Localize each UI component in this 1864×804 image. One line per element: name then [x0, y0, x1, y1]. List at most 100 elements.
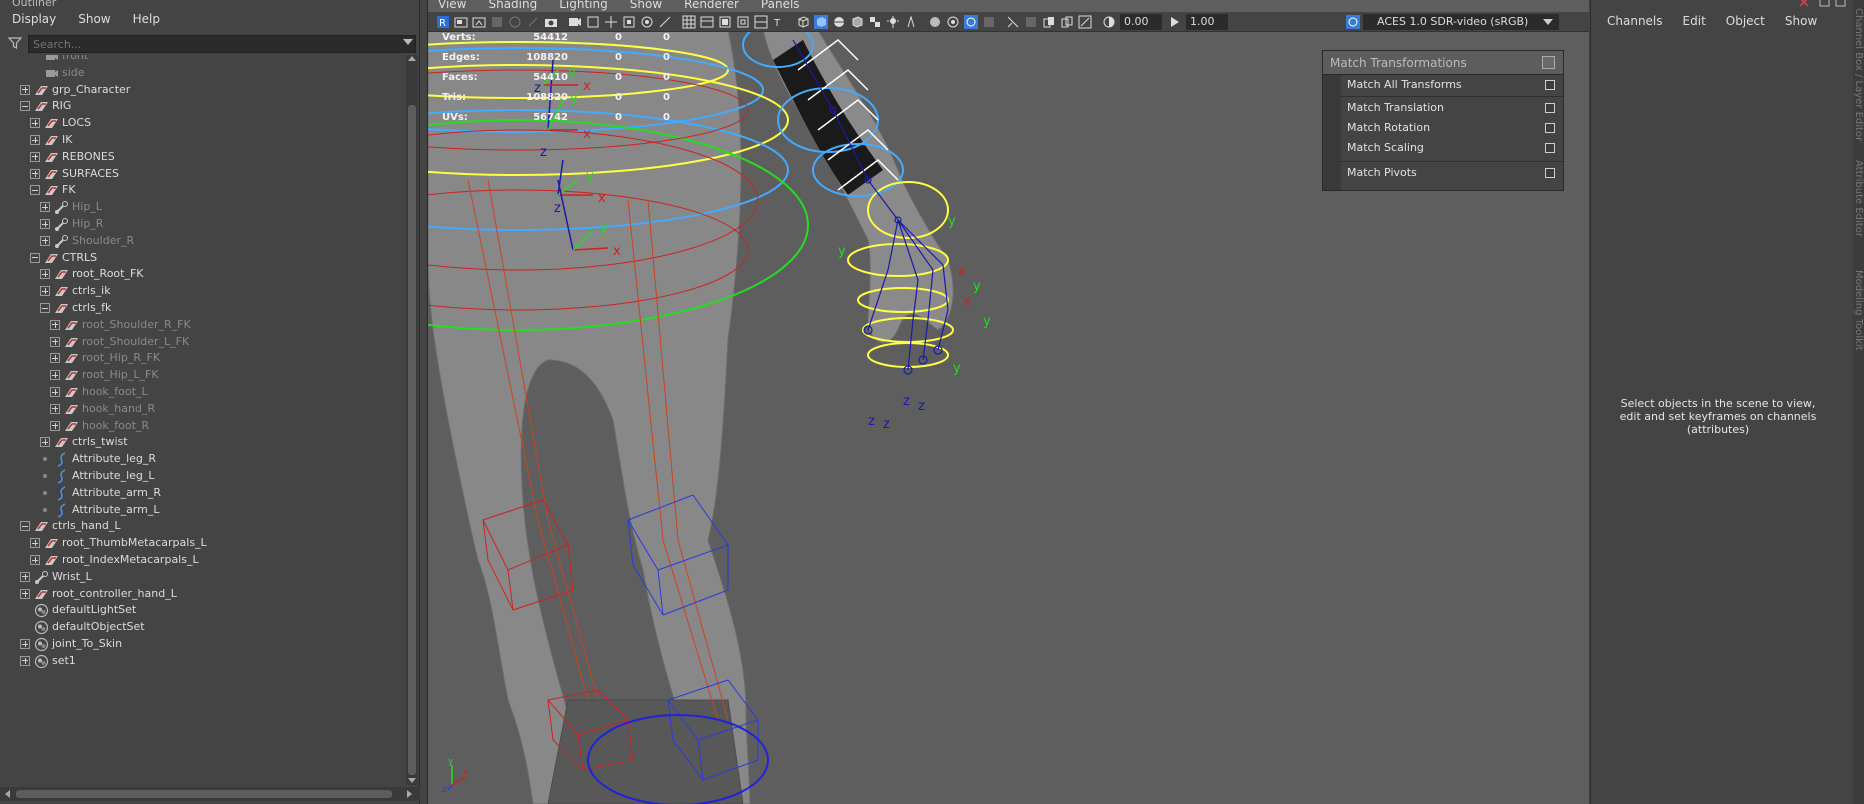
expand-icon[interactable] [50, 353, 60, 364]
grid-icon[interactable] [682, 15, 696, 29]
ambient-occlusion-icon[interactable] [928, 15, 942, 29]
outliner-vertical-scrollbar[interactable] [406, 55, 418, 785]
expand-icon[interactable] [50, 420, 60, 431]
outliner-item[interactable]: set1 [0, 651, 404, 671]
outliner-horizontal-scrollbar[interactable] [0, 787, 420, 801]
isolate-select-icon[interactable] [1006, 15, 1020, 29]
menu-show[interactable]: Show [78, 12, 110, 26]
expand-icon[interactable] [50, 403, 60, 414]
gamma-field[interactable]: 1.00 [1186, 14, 1228, 30]
expand-icon[interactable] [30, 151, 40, 162]
menu-panels[interactable]: Panels [761, 0, 800, 11]
expand-icon[interactable] [40, 269, 50, 280]
option-box-icon[interactable] [1545, 80, 1555, 90]
shaded-cube-icon[interactable] [814, 15, 828, 29]
collapse-icon[interactable] [40, 303, 50, 313]
shadows-icon[interactable] [904, 15, 918, 29]
expand-icon[interactable] [40, 286, 50, 297]
option-box-icon[interactable] [1545, 168, 1555, 178]
expand-icon[interactable] [50, 370, 60, 381]
image-plane-icon[interactable] [490, 15, 504, 29]
viewport-panel[interactable]: x x x x y y y y z z z y y y y y x x z z … [427, 0, 1589, 804]
collapse-icon[interactable] [20, 521, 30, 532]
gate-mask-icon[interactable] [604, 15, 618, 29]
camera-snapshot-icon[interactable] [544, 15, 558, 29]
outliner-tree[interactable]: front side grp_Character RIG LOCS IK REBONES SU… [0, 55, 404, 785]
scroll-up-arrow-icon[interactable] [408, 56, 416, 61]
scroll-right-arrow-icon[interactable] [407, 790, 412, 798]
menu-lighting[interactable]: Lighting [559, 0, 608, 11]
search-options-dropdown-icon[interactable] [403, 39, 413, 45]
smooth-shade-icon[interactable] [736, 15, 750, 29]
anti-aliasing-icon[interactable] [964, 15, 978, 29]
camera-attributes-icon[interactable] [454, 15, 468, 29]
menu-object[interactable]: Object [1726, 14, 1765, 28]
exposure-field[interactable]: 0.00 [1120, 14, 1162, 30]
checker-icon[interactable] [868, 15, 882, 29]
menu-display[interactable]: Display [12, 12, 56, 26]
scroll-down-arrow-icon[interactable] [408, 778, 416, 783]
grease-pencil-icon[interactable] [526, 15, 540, 29]
expand-icon[interactable] [50, 336, 60, 347]
option-box-icon[interactable] [1545, 143, 1555, 153]
expand-icon[interactable] [40, 437, 50, 448]
wireframe-cube-icon[interactable] [796, 15, 810, 29]
expand-icon[interactable] [50, 319, 60, 330]
option-box-icon[interactable] [1545, 123, 1555, 133]
gamma-icon[interactable] [1168, 15, 1182, 29]
default-material-icon[interactable] [754, 15, 768, 29]
menu-show[interactable]: Show [630, 0, 662, 11]
expand-icon[interactable] [20, 588, 30, 599]
safe-action-icon[interactable] [640, 15, 654, 29]
outliner-search-input[interactable] [28, 35, 416, 53]
use-all-lights-icon[interactable] [886, 15, 900, 29]
tear-off-icon[interactable] [1542, 56, 1555, 69]
scrollbar-thumb[interactable] [16, 790, 392, 798]
panel-header[interactable]: Match Transformations [1323, 51, 1563, 75]
film-gate-icon[interactable] [568, 15, 582, 29]
menu-shading[interactable]: Shading [488, 0, 537, 11]
collapse-icon[interactable] [30, 185, 40, 196]
x-ray-icon[interactable] [1024, 15, 1038, 29]
view-transform-icon[interactable] [1346, 15, 1360, 29]
heads-up-display-icon[interactable] [700, 15, 714, 29]
menu-channels[interactable]: Channels [1607, 14, 1663, 28]
expand-icon[interactable] [40, 235, 50, 246]
match-all-transforms-item[interactable]: Match All Transforms [1341, 75, 1563, 95]
filter-icon[interactable] [8, 36, 22, 50]
menu-show[interactable]: Show [1785, 14, 1817, 28]
textured-icon[interactable] [850, 15, 864, 29]
tab-channel-box-layer-editor[interactable]: Channel Box / Layer Editor [1853, 8, 1864, 141]
x-ray-joints-icon[interactable] [1042, 15, 1056, 29]
expand-icon[interactable] [20, 571, 30, 582]
match-pivots-item[interactable]: Match Pivots [1341, 163, 1563, 183]
backface-culling-icon[interactable] [1078, 15, 1092, 29]
expand-icon[interactable] [20, 639, 30, 649]
safe-title-icon[interactable] [658, 15, 672, 29]
select-camera-icon[interactable]: R [436, 15, 450, 29]
color-space-dropdown[interactable]: ACES 1.0 SDR-video (sRGB) [1363, 14, 1559, 30]
expand-icon[interactable] [20, 655, 30, 666]
expand-icon[interactable] [50, 387, 60, 397]
menu-renderer[interactable]: Renderer [684, 0, 739, 11]
wireframe-on-shaded-icon[interactable] [832, 15, 846, 29]
menu-help[interactable]: Help [133, 12, 160, 26]
depth-of-field-icon[interactable] [982, 15, 996, 29]
expand-icon[interactable] [30, 538, 40, 549]
field-chart-icon[interactable] [622, 15, 636, 29]
bookmarks-icon[interactable] [472, 15, 486, 29]
collapse-icon[interactable] [20, 101, 30, 112]
expand-icon[interactable] [30, 555, 40, 565]
exposure-icon[interactable] [1102, 15, 1116, 29]
wireframe-icon[interactable] [718, 15, 732, 29]
expand-icon[interactable] [30, 118, 40, 129]
collapse-icon[interactable] [30, 252, 40, 263]
tab-attribute-editor[interactable]: Attribute Editor [1853, 160, 1864, 237]
channel-box-toggle-icons[interactable] [1798, 0, 1848, 8]
expand-icon[interactable] [30, 135, 40, 145]
x-ray-active-icon[interactable] [1060, 15, 1074, 29]
scrollbar-thumb[interactable] [408, 105, 416, 775]
option-box-icon[interactable] [1545, 103, 1555, 113]
expand-icon[interactable] [20, 84, 30, 95]
match-rotation-item[interactable]: Match Rotation [1341, 118, 1563, 138]
